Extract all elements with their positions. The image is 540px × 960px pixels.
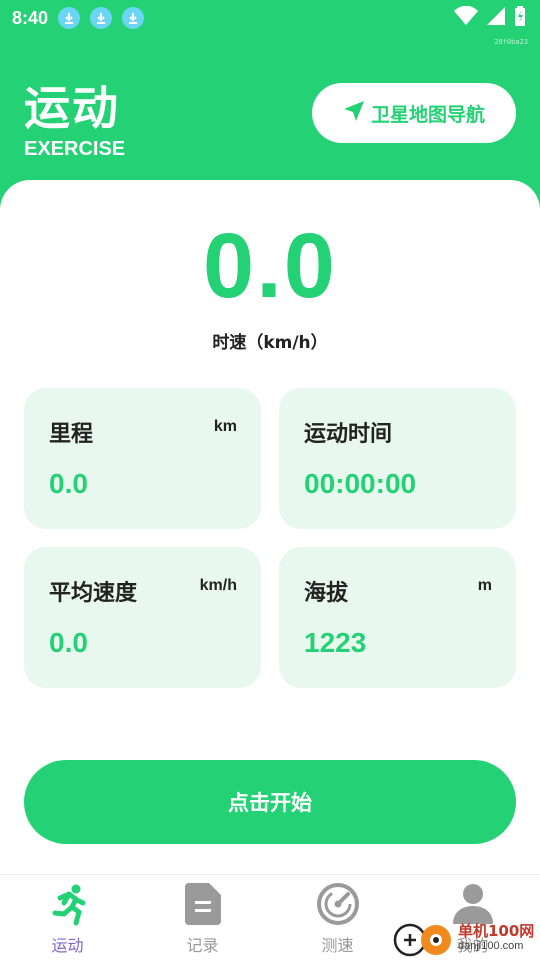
- stat-tile-average-speed: 平均速度 km/h 0.0: [24, 547, 261, 688]
- wifi-icon: [454, 5, 478, 30]
- watermark-domain: danji100.com: [458, 940, 524, 952]
- tab-label: 测速: [321, 936, 354, 955]
- download-icon: [122, 7, 145, 29]
- tab-label: 记录: [186, 936, 219, 955]
- watermark-name: 单机100网: [458, 922, 535, 940]
- stat-label: 里程: [49, 422, 94, 447]
- tab-speed-test[interactable]: 测速: [270, 875, 405, 960]
- watermark-text: 单机100网 danji100.com: [458, 924, 534, 952]
- running-icon: [46, 882, 90, 926]
- site-watermark: 单机100网 danji100.com: [392, 916, 540, 960]
- page-subtitle: EXERCISE: [24, 138, 126, 160]
- nav-button-label: 卫星地图导航: [370, 103, 485, 126]
- speed-value: 0.0: [203, 215, 337, 317]
- tab-exercise[interactable]: 运动: [0, 875, 135, 960]
- status-bar: 8:40: [0, 0, 540, 36]
- navigation-arrow-icon: [343, 100, 365, 127]
- stat-tile-duration: 运动时间 00:00:00: [279, 388, 516, 529]
- satellite-map-navigation-button[interactable]: 卫星地图导航: [312, 83, 516, 143]
- stat-value: 1223: [304, 627, 367, 658]
- stat-value: 0.0: [49, 468, 88, 499]
- download-icon: [58, 7, 81, 29]
- stat-unit: m: [477, 577, 492, 594]
- speed-label: 时速（km/h）: [212, 333, 328, 353]
- document-icon: [181, 882, 225, 926]
- stat-label: 平均速度: [49, 581, 138, 606]
- speedometer-icon: [316, 882, 360, 926]
- tab-records[interactable]: 记录: [135, 875, 270, 960]
- stat-unit: km: [213, 418, 237, 435]
- stat-label: 运动时间: [304, 422, 393, 447]
- stat-label: 海拔: [304, 581, 349, 606]
- start-button[interactable]: 点击开始: [24, 760, 516, 844]
- stat-value: 00:00:00: [304, 468, 417, 499]
- page-title: 运动: [24, 81, 120, 135]
- battery-icon: [514, 6, 526, 30]
- stat-tile-altitude: 海拔 m 1223: [279, 547, 516, 688]
- watermark-logo-icon: [392, 918, 456, 958]
- stat-tile-distance: 里程 km 0.0: [24, 388, 261, 529]
- stat-value: 0.0: [49, 627, 88, 658]
- status-time: 8:40: [12, 7, 49, 28]
- stat-unit: km/h: [199, 577, 237, 594]
- corner-tag: 28f0ba23: [494, 38, 528, 46]
- tab-label: 运动: [51, 936, 84, 955]
- signal-icon: [486, 6, 506, 30]
- download-icon: [90, 7, 113, 29]
